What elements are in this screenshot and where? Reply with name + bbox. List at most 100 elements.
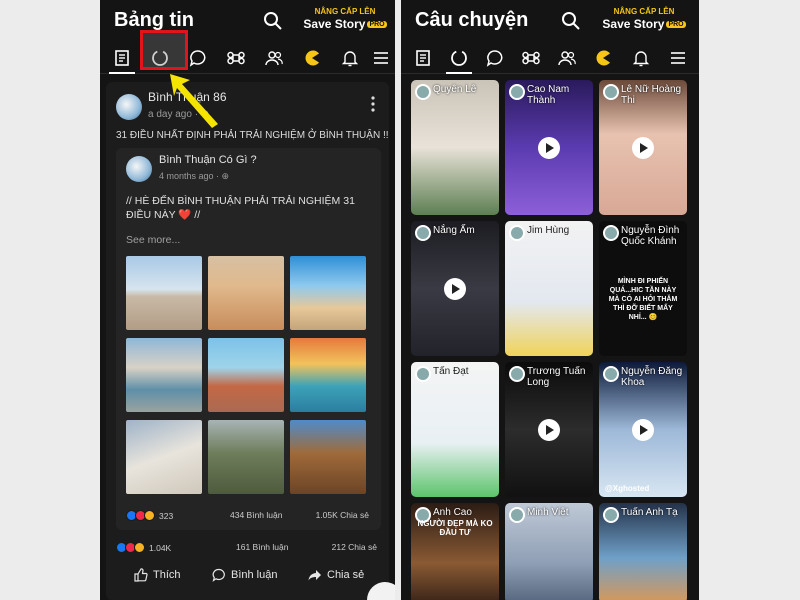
story-card[interactable]: Jim Hùng xyxy=(505,221,593,356)
tab-menu[interactable] xyxy=(362,42,395,73)
avatar[interactable] xyxy=(126,156,152,182)
story-author: Anh Cao xyxy=(433,507,472,518)
tab-shortcuts[interactable] xyxy=(217,42,255,73)
story-card[interactable]: Nguyễn Đăng Khoa @Xghosted xyxy=(599,362,687,497)
shared-timestamp: 4 months ago · ⊕ xyxy=(159,171,230,181)
story-author: Minh Việt xyxy=(527,507,569,518)
story-author: Cao Nam Thành xyxy=(527,84,570,106)
app-name: Save Story xyxy=(602,17,665,31)
tab-friends[interactable] xyxy=(548,42,586,73)
reaction-icons[interactable]: 1.04K xyxy=(116,542,171,553)
feed-post: Bình Thuận 86 a day ago · ⊕ 31 ĐIỀU NHẤT… xyxy=(106,82,395,600)
post-photo[interactable] xyxy=(208,420,284,494)
tab-games[interactable] xyxy=(584,42,622,73)
header: Câu chuyện NÂNG CẤP LÊN Save Story PRO xyxy=(401,0,699,42)
play-icon[interactable] xyxy=(444,277,466,300)
like-label: Thích xyxy=(153,569,181,581)
story-author: Trương Tuấn Long xyxy=(527,366,586,388)
reaction-count: 1.04K xyxy=(149,542,172,553)
search-icon[interactable] xyxy=(263,11,283,31)
story-card[interactable]: Cao Nam Thành xyxy=(505,80,593,215)
search-icon[interactable] xyxy=(561,11,581,31)
pointer-arrow-icon xyxy=(170,74,218,128)
thumbs-up-icon xyxy=(134,568,148,582)
reaction-count: 323 xyxy=(159,510,174,521)
command-icon xyxy=(227,51,245,64)
stories-screen: Câu chuyện NÂNG CẤP LÊN Save Story PRO Q… xyxy=(401,0,699,600)
story-card[interactable]: Tấn Đạt xyxy=(411,362,499,497)
story-card[interactable]: Minh Việt xyxy=(505,503,593,600)
story-caption: MÌNH ĐI PHIẾN QUÁ...HIC TẦN NÀY MÀ CÓ AI… xyxy=(608,278,678,321)
friends-icon xyxy=(265,50,283,65)
story-card[interactable]: Trương Tuấn Long xyxy=(505,362,593,497)
post-photo[interactable] xyxy=(290,420,366,494)
share-button[interactable]: Chia sẻ xyxy=(308,568,364,582)
avatar xyxy=(509,366,525,382)
reaction-icons[interactable]: 323 xyxy=(126,510,173,521)
chat-bubble-icon xyxy=(189,49,206,67)
avatar xyxy=(509,84,525,100)
comment-label: Bình luận xyxy=(231,569,278,581)
avatar[interactable] xyxy=(116,94,142,120)
tab-messages[interactable] xyxy=(476,42,514,73)
post-photo[interactable] xyxy=(290,256,366,330)
post-photo[interactable] xyxy=(126,420,202,494)
play-icon[interactable] xyxy=(538,418,560,441)
like-button[interactable]: Thích xyxy=(134,568,181,582)
story-author: Nguyễn Đình Quốc Khánh xyxy=(621,225,680,247)
post-actions: Thích Bình luận Chia sẻ xyxy=(106,568,389,592)
comment-button[interactable]: Bình luận xyxy=(212,568,277,582)
tab-shortcuts[interactable] xyxy=(512,42,550,73)
shared-author[interactable]: Bình Thuận Có Gì ? xyxy=(159,154,257,166)
tab-friends[interactable] xyxy=(255,42,293,73)
comment-count[interactable]: 161 Bình luận xyxy=(236,542,288,552)
tab-feed[interactable] xyxy=(103,42,141,74)
share-arrow-icon xyxy=(308,570,321,581)
see-more-link[interactable]: See more... xyxy=(126,234,180,246)
story-author: Nguyễn Đăng Khoa xyxy=(621,366,683,388)
post-photo[interactable] xyxy=(208,256,284,330)
tab-stories[interactable] xyxy=(440,42,478,74)
pacman-icon xyxy=(596,50,610,65)
story-card[interactable]: Quyên Lê xyxy=(411,80,499,215)
tab-games[interactable] xyxy=(293,42,331,73)
post-photo[interactable] xyxy=(208,338,284,412)
avatar xyxy=(415,84,431,100)
more-options-icon[interactable] xyxy=(371,96,375,112)
pacman-icon xyxy=(305,50,319,65)
comment-count[interactable]: 434 Bình luận xyxy=(230,510,282,520)
upgrade-button[interactable]: NÂNG CẤP LÊN Save Story PRO xyxy=(300,7,390,31)
newsfeed-icon xyxy=(416,49,430,66)
upgrade-label: NÂNG CẤP LÊN xyxy=(613,7,675,16)
share-count[interactable]: 1.05K Chia sẻ xyxy=(316,510,369,520)
bell-icon xyxy=(341,50,359,66)
upgrade-label: NÂNG CẤP LÊN xyxy=(314,7,376,16)
feed-screen: Bảng tin NÂNG CẤP LÊN Save Story PRO Bìn… xyxy=(100,0,395,600)
play-icon[interactable] xyxy=(538,136,560,159)
tab-feed[interactable] xyxy=(404,42,442,73)
share-label: Chia sẻ xyxy=(327,569,365,581)
upgrade-button[interactable]: NÂNG CẤP LÊN Save Story PRO xyxy=(599,7,689,31)
share-count[interactable]: 212 Chia sẻ xyxy=(332,542,377,552)
story-author: Quyên Lê xyxy=(433,84,477,95)
play-icon[interactable] xyxy=(632,136,654,159)
post-photo[interactable] xyxy=(126,338,202,412)
story-card[interactable]: Nắng Ấm xyxy=(411,221,499,356)
story-author: Tấn Đạt xyxy=(433,366,469,377)
tab-menu[interactable] xyxy=(659,42,697,73)
pro-badge: PRO xyxy=(666,21,686,29)
hamburger-menu-icon xyxy=(374,51,388,64)
shared-post[interactable]: Bình Thuận Có Gì ? 4 months ago · ⊕ // H… xyxy=(116,148,381,530)
story-author: Jim Hùng xyxy=(527,225,570,236)
tab-notifications[interactable] xyxy=(622,42,660,73)
story-card[interactable]: Nguyễn Đình Quốc Khánh MÌNH ĐI PHIẾN QUÁ… xyxy=(599,221,687,356)
avatar xyxy=(415,225,431,241)
play-icon[interactable] xyxy=(632,418,654,441)
story-card[interactable]: Anh Cao NGƯỜI ĐẸP MÀ KO ĐẦU TƯ xyxy=(411,503,499,600)
post-photo[interactable] xyxy=(290,338,366,412)
story-card[interactable]: Lê Nữ Hoàng Thi xyxy=(599,80,687,215)
globe-icon: ⊕ xyxy=(221,171,230,181)
post-photo[interactable] xyxy=(126,256,202,330)
story-card[interactable]: Tuấn Anh Tạ xyxy=(599,503,687,600)
comment-icon xyxy=(212,568,225,582)
